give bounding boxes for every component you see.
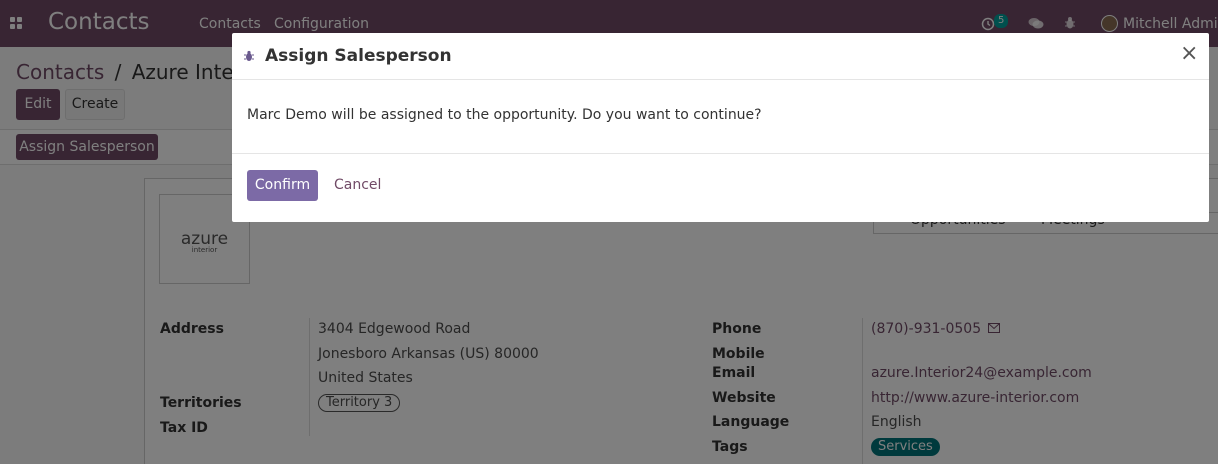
- close-icon[interactable]: ×: [1180, 43, 1198, 65]
- dialog-message: Marc Demo will be assigned to the opport…: [247, 107, 762, 123]
- cancel-button[interactable]: Cancel: [334, 170, 381, 201]
- dialog-footer: Confirm Cancel: [232, 153, 1209, 222]
- assign-salesperson-dialog: Assign Salesperson × Marc Demo will be a…: [232, 33, 1209, 222]
- confirm-button[interactable]: Confirm: [247, 170, 318, 201]
- dialog-header: Assign Salesperson ×: [232, 33, 1209, 80]
- bug-icon: [244, 50, 254, 61]
- dialog-title: Assign Salesperson: [265, 46, 452, 66]
